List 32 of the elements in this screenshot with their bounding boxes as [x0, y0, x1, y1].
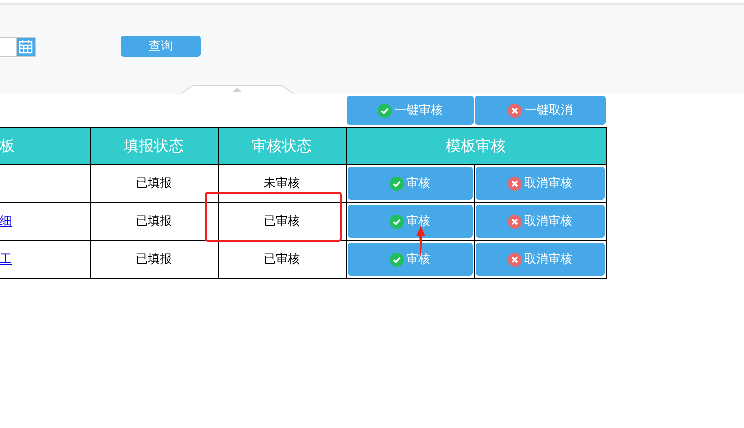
approve-all-button[interactable]: 一键审核: [347, 96, 474, 125]
template-link[interactable]: 细: [0, 214, 12, 228]
approve-button[interactable]: 审核: [348, 167, 472, 200]
approve-button[interactable]: 审核: [348, 243, 472, 276]
review-status: 已审核: [264, 214, 300, 228]
close-icon: [508, 104, 522, 118]
column-header: 审核状态: [252, 136, 312, 154]
fill-status: 已填报: [136, 214, 172, 228]
date-field[interactable]: [0, 36, 17, 56]
template-link[interactable]: 工: [0, 252, 12, 266]
cancel-all-button[interactable]: 一键取消: [475, 96, 606, 125]
cancel-review-button[interactable]: 取消审核: [476, 167, 604, 200]
fill-status: 已填报: [136, 176, 172, 190]
calendar-icon[interactable]: [17, 36, 36, 56]
cancel-review-button[interactable]: 取消审核: [476, 243, 604, 276]
check-icon: [390, 214, 404, 228]
review-status: 未审核: [264, 176, 300, 190]
close-icon: [508, 252, 522, 266]
close-icon: [508, 176, 522, 190]
check-icon: [390, 252, 404, 266]
approve-button[interactable]: 审核: [348, 205, 472, 238]
column-header: 模板审核: [446, 136, 506, 154]
collapse-tab[interactable]: [181, 85, 294, 94]
check-icon: [378, 104, 392, 118]
review-status: 已审核: [264, 252, 300, 266]
column-header: 板: [0, 136, 15, 154]
check-icon: [390, 176, 404, 190]
cancel-review-button[interactable]: 取消审核: [476, 205, 604, 238]
query-button[interactable]: 查询: [121, 36, 201, 57]
close-icon: [508, 214, 522, 228]
column-header: 填报状态: [124, 136, 184, 154]
fill-status: 已填报: [136, 252, 172, 266]
